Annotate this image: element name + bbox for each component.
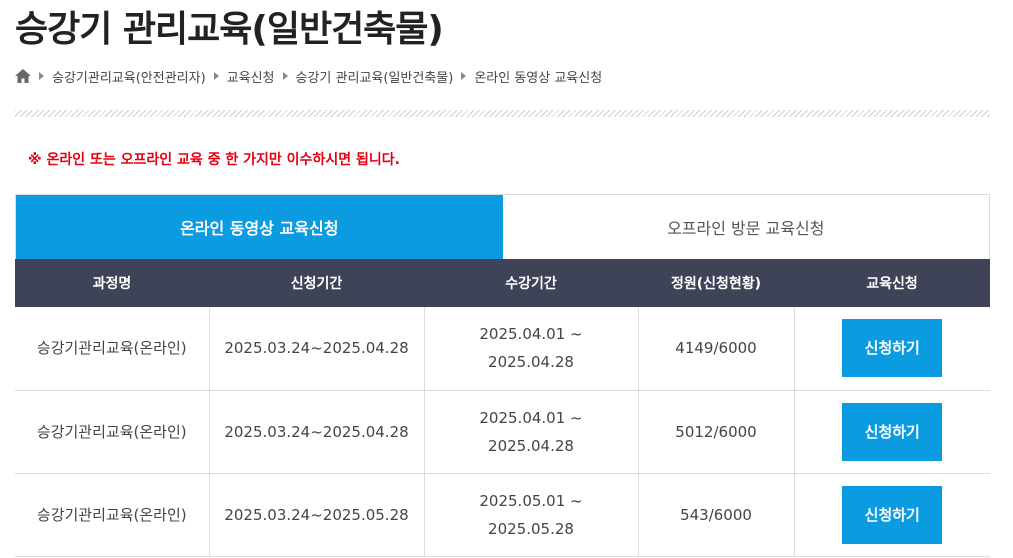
capacity: 543/6000 — [638, 473, 795, 557]
breadcrumb-item-safety-manager-edu[interactable]: 승강기관리교육(안전관리자) — [52, 67, 206, 86]
table-header-row: 과정명 신청기간 수강기간 정원(신청현황) 교육신청 — [15, 259, 990, 307]
tab-bar: 온라인 동영상 교육신청 오프라인 방문 교육신청 — [15, 194, 990, 259]
breadcrumb-separator-icon — [213, 72, 219, 80]
breadcrumb-separator-icon — [39, 72, 44, 80]
tab-online-video[interactable]: 온라인 동영상 교육신청 — [16, 195, 503, 259]
apply-cell: 신청하기 — [794, 390, 990, 474]
page-title: 승강기 관리교육(일반건축물) — [15, 9, 444, 50]
course-name: 승강기관리교육(온라인) — [15, 390, 210, 474]
study-start: 2025.05.01 ~ — [479, 491, 583, 510]
header-course-name: 과정명 — [15, 259, 209, 307]
breadcrumb-separator-icon — [282, 72, 288, 80]
table-row: 승강기관리교육(온라인) 2025.03.24~2025.04.28 2025.… — [15, 307, 990, 391]
study-start: 2025.04.01 ~ — [479, 325, 583, 344]
apply-button[interactable]: 신청하기 — [842, 402, 943, 461]
course-table: 과정명 신청기간 수강기간 정원(신청현황) 교육신청 승강기관리교육(온라인)… — [15, 259, 990, 557]
home-icon[interactable] — [15, 69, 31, 83]
tab-offline-visit[interactable]: 오프라인 방문 교육신청 — [502, 195, 989, 259]
study-start: 2025.04.01 ~ — [479, 408, 583, 427]
study-end: 2025.04.28 — [488, 436, 574, 455]
breadcrumb-item-edu-apply[interactable]: 교육신청 — [227, 67, 275, 86]
header-apply: 교육신청 — [794, 259, 990, 307]
breadcrumb-item-general-building[interactable]: 승강기 관리교육(일반건축물) — [296, 67, 454, 86]
study-period: 2025.04.01 ~ 2025.04.28 — [424, 390, 639, 474]
study-period: 2025.05.01 ~ 2025.05.28 — [424, 473, 639, 557]
header-capacity: 정원(신청현황) — [638, 259, 794, 307]
apply-button[interactable]: 신청하기 — [842, 319, 943, 378]
header-apply-period: 신청기간 — [209, 259, 424, 307]
breadcrumb: 승강기관리교육(안전관리자) 교육신청 승강기 관리교육(일반건축물) 온라인 … — [15, 66, 602, 86]
apply-cell: 신청하기 — [794, 307, 990, 391]
notice-text: ※ 온라인 또는 오프라인 교육 중 한 가지만 이수하시면 됩니다. — [28, 152, 400, 168]
apply-period: 2025.03.24~2025.04.28 — [209, 390, 425, 474]
breadcrumb-separator-icon — [461, 72, 467, 80]
breadcrumb-item-online-video: 온라인 동영상 교육신청 — [474, 70, 603, 86]
apply-period: 2025.03.24~2025.04.28 — [209, 307, 425, 391]
apply-cell: 신청하기 — [794, 473, 990, 557]
table-row: 승강기관리교육(온라인) 2025.03.24~2025.05.28 2025.… — [15, 473, 990, 557]
capacity: 5012/6000 — [638, 390, 795, 474]
course-name: 승강기관리교육(온라인) — [15, 307, 210, 391]
section-divider — [15, 110, 990, 117]
apply-button[interactable]: 신청하기 — [842, 485, 943, 544]
capacity: 4149/6000 — [638, 307, 795, 391]
study-end: 2025.04.28 — [488, 353, 574, 372]
study-period: 2025.04.01 ~ 2025.04.28 — [424, 307, 639, 391]
table-row: 승강기관리교육(온라인) 2025.03.24~2025.04.28 2025.… — [15, 390, 990, 474]
study-end: 2025.05.28 — [488, 519, 574, 538]
course-name: 승강기관리교육(온라인) — [15, 473, 210, 557]
header-study-period: 수강기간 — [424, 259, 638, 307]
apply-period: 2025.03.24~2025.05.28 — [209, 473, 425, 557]
